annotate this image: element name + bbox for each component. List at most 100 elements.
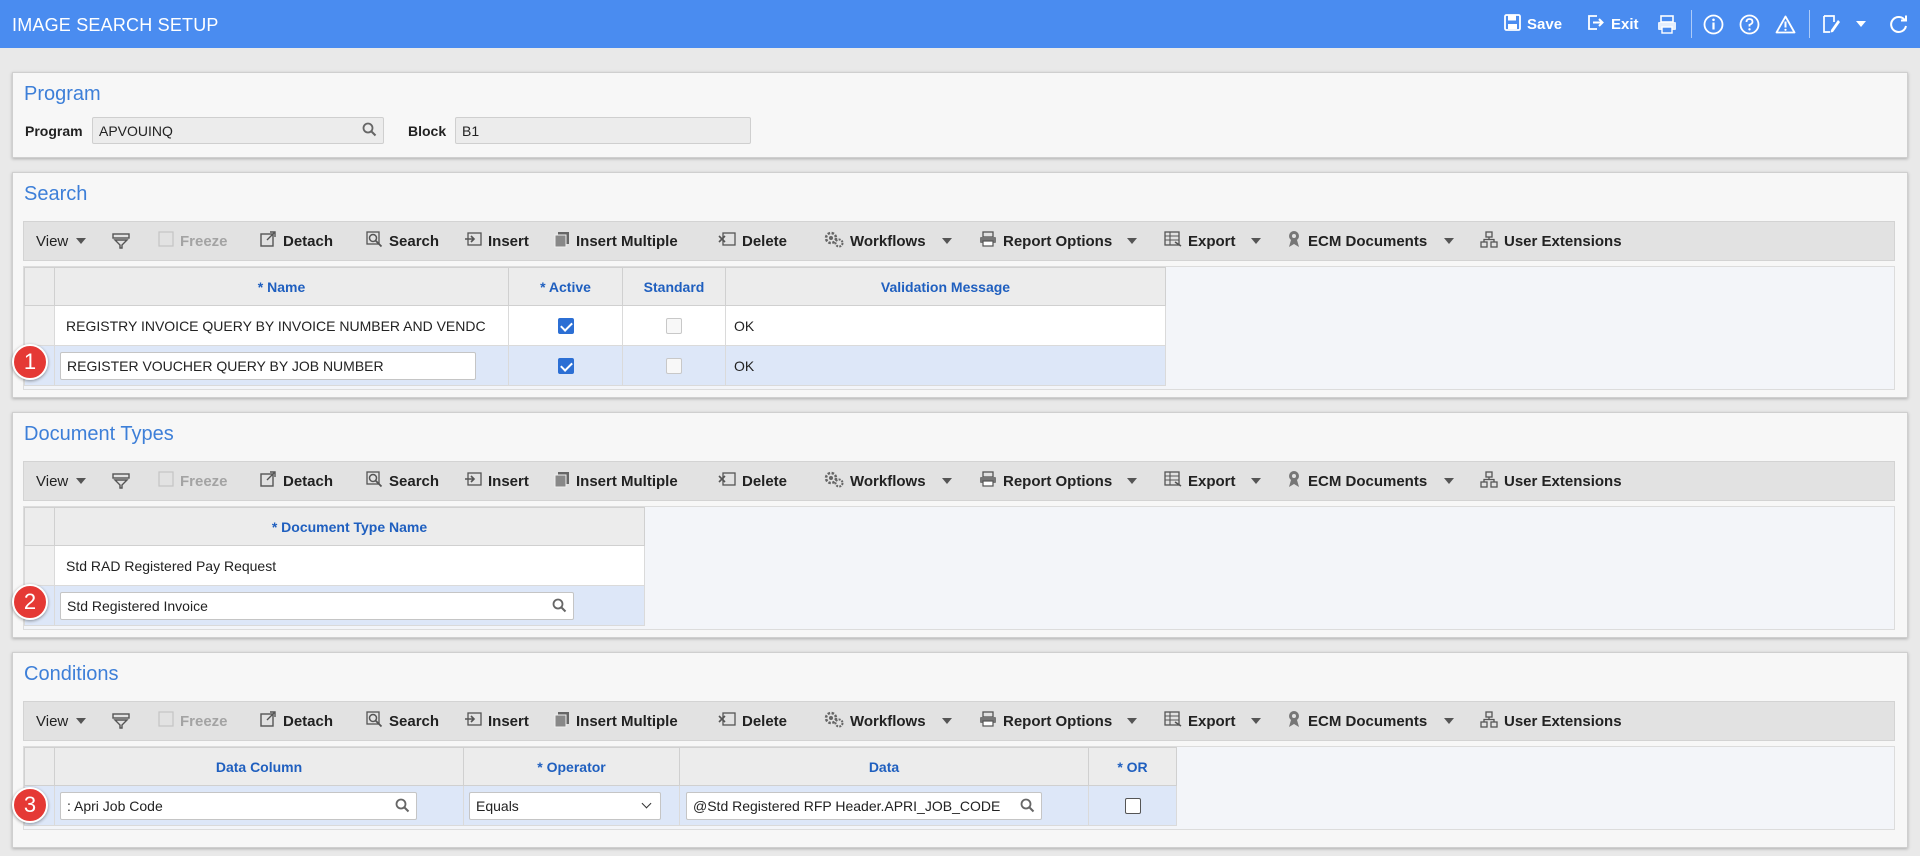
column-header-active[interactable]: * Active — [508, 267, 623, 306]
table-row[interactable]: Std RAD Registered Pay Request — [24, 545, 645, 586]
active-checkbox[interactable] — [557, 318, 574, 335]
view-menu[interactable]: View — [36, 222, 87, 260]
user-extensions-button[interactable]: User Extensions — [1480, 702, 1622, 740]
ecm-documents-button[interactable]: ECM Documents — [1286, 222, 1427, 260]
active-cell[interactable] — [508, 345, 623, 386]
step-marker-3: 3 — [12, 787, 48, 823]
data-column-input[interactable]: : Apri Job Code — [60, 791, 417, 820]
insert-button[interactable]: Insert — [464, 222, 529, 260]
export-dropdown-icon[interactable] — [1251, 238, 1261, 244]
column-header-standard[interactable]: Standard — [622, 267, 726, 306]
print-icon[interactable] — [1656, 13, 1678, 35]
table-row[interactable]: REGISTER VOUCHER QUERY BY JOB NUMBER OK — [24, 345, 1166, 386]
ecm-documents-button[interactable]: ECM Documents — [1286, 462, 1427, 500]
chevron-down-icon[interactable] — [1850, 13, 1872, 35]
row-header[interactable] — [24, 545, 55, 586]
conditions-grid-area: Data Column * Operator Data * OR : Apri … — [23, 746, 1895, 830]
freeze-button[interactable]: Freeze — [158, 702, 228, 740]
report-options-label: Report Options — [1003, 712, 1113, 730]
workflows-button[interactable]: Workflows — [824, 702, 926, 740]
program-field[interactable]: APVOUINQ — [92, 117, 384, 144]
search-button[interactable]: Search — [366, 462, 439, 500]
delete-button[interactable]: Delete — [718, 702, 787, 740]
insert-multiple-button[interactable]: Insert Multiple — [554, 702, 678, 740]
freeze-button[interactable]: Freeze — [158, 222, 228, 260]
insert-button[interactable]: Insert — [464, 462, 529, 500]
ecm-documents-dropdown-icon[interactable] — [1444, 238, 1454, 244]
insert-multiple-button[interactable]: Insert Multiple — [554, 462, 678, 500]
export-dropdown-icon[interactable] — [1251, 718, 1261, 724]
report-options-dropdown-icon[interactable] — [1127, 238, 1137, 244]
edit-note-icon[interactable] — [1820, 13, 1842, 35]
search-icon[interactable] — [395, 798, 410, 816]
name-cell[interactable]: REGISTRY INVOICE QUERY BY INVOICE NUMBER… — [54, 305, 509, 346]
refresh-icon[interactable] — [1887, 13, 1909, 35]
active-cell[interactable] — [508, 305, 623, 346]
help-icon[interactable] — [1738, 13, 1760, 35]
report-options-button[interactable]: Report Options — [979, 702, 1112, 740]
workflows-button[interactable]: Workflows — [824, 222, 926, 260]
search-icon[interactable] — [552, 598, 567, 616]
search-button[interactable]: Search — [366, 702, 439, 740]
detach-button[interactable]: Detach — [260, 462, 333, 500]
ecm-icon — [1286, 230, 1302, 252]
delete-button[interactable]: Delete — [718, 222, 787, 260]
filter-icon[interactable] — [112, 222, 130, 260]
user-extensions-button[interactable]: User Extensions — [1480, 462, 1622, 500]
row-header[interactable] — [24, 305, 55, 346]
column-header-or[interactable]: * OR — [1088, 747, 1177, 786]
export-button[interactable]: Export — [1164, 222, 1236, 260]
search-icon[interactable] — [1020, 798, 1035, 816]
view-menu[interactable]: View — [36, 462, 87, 500]
table-row[interactable]: : Apri Job Code Equals @Std Registered R… — [24, 785, 1177, 826]
freeze-button[interactable]: Freeze — [158, 462, 228, 500]
view-menu[interactable]: View — [36, 702, 87, 740]
user-extensions-button[interactable]: User Extensions — [1480, 222, 1622, 260]
export-dropdown-icon[interactable] — [1251, 478, 1261, 484]
name-input[interactable]: REGISTER VOUCHER QUERY BY JOB NUMBER — [60, 351, 476, 380]
column-header-operator[interactable]: * Operator — [463, 747, 680, 786]
filter-icon[interactable] — [112, 462, 130, 500]
ecm-documents-dropdown-icon[interactable] — [1444, 718, 1454, 724]
report-options-button[interactable]: Report Options — [979, 222, 1112, 260]
document-type-name-cell[interactable]: Std RAD Registered Pay Request — [54, 545, 645, 586]
report-options-dropdown-icon[interactable] — [1127, 718, 1137, 724]
report-options-button[interactable]: Report Options — [979, 462, 1112, 500]
workflows-dropdown-icon[interactable] — [942, 238, 952, 244]
filter-icon[interactable] — [112, 702, 130, 740]
exit-button[interactable]: Exit — [1587, 13, 1639, 35]
column-header-validation-message[interactable]: Validation Message — [725, 267, 1166, 306]
export-button[interactable]: Export — [1164, 462, 1236, 500]
ecm-documents-dropdown-icon[interactable] — [1444, 478, 1454, 484]
workflows-dropdown-icon[interactable] — [942, 718, 952, 724]
save-button[interactable]: Save — [1504, 13, 1562, 35]
insert-multiple-button[interactable]: Insert Multiple — [554, 222, 678, 260]
delete-button[interactable]: Delete — [718, 462, 787, 500]
workflows-label: Workflows — [850, 712, 926, 730]
column-header-data-column[interactable]: Data Column — [54, 747, 464, 786]
document-type-name-input[interactable]: Std Registered Invoice — [60, 591, 574, 620]
detach-button[interactable]: Detach — [260, 222, 333, 260]
table-row[interactable]: REGISTRY INVOICE QUERY BY INVOICE NUMBER… — [24, 305, 1166, 346]
workflows-dropdown-icon[interactable] — [942, 478, 952, 484]
operator-select[interactable]: Equals — [469, 791, 661, 820]
insert-button[interactable]: Insert — [464, 702, 529, 740]
or-cell[interactable] — [1088, 785, 1177, 826]
search-button[interactable]: Search — [366, 222, 439, 260]
report-options-dropdown-icon[interactable] — [1127, 478, 1137, 484]
column-header-name[interactable]: * Name — [54, 267, 509, 306]
detach-button[interactable]: Detach — [260, 702, 333, 740]
workflows-button[interactable]: Workflows — [824, 462, 926, 500]
column-header-document-type-name[interactable]: * Document Type Name — [54, 507, 645, 546]
or-checkbox[interactable] — [1124, 798, 1141, 815]
info-icon[interactable] — [1702, 13, 1724, 35]
warning-icon[interactable] — [1774, 13, 1796, 35]
export-button[interactable]: Export — [1164, 702, 1236, 740]
column-header-data[interactable]: Data — [679, 747, 1089, 786]
table-row[interactable]: Std Registered Invoice — [24, 585, 645, 626]
data-input[interactable]: @Std Registered RFP Header.APRI_JOB_CODE — [686, 791, 1042, 820]
ecm-documents-button[interactable]: ECM Documents — [1286, 702, 1427, 740]
block-value: B1 — [462, 123, 480, 139]
search-icon[interactable] — [362, 122, 377, 140]
active-checkbox[interactable] — [557, 358, 574, 375]
